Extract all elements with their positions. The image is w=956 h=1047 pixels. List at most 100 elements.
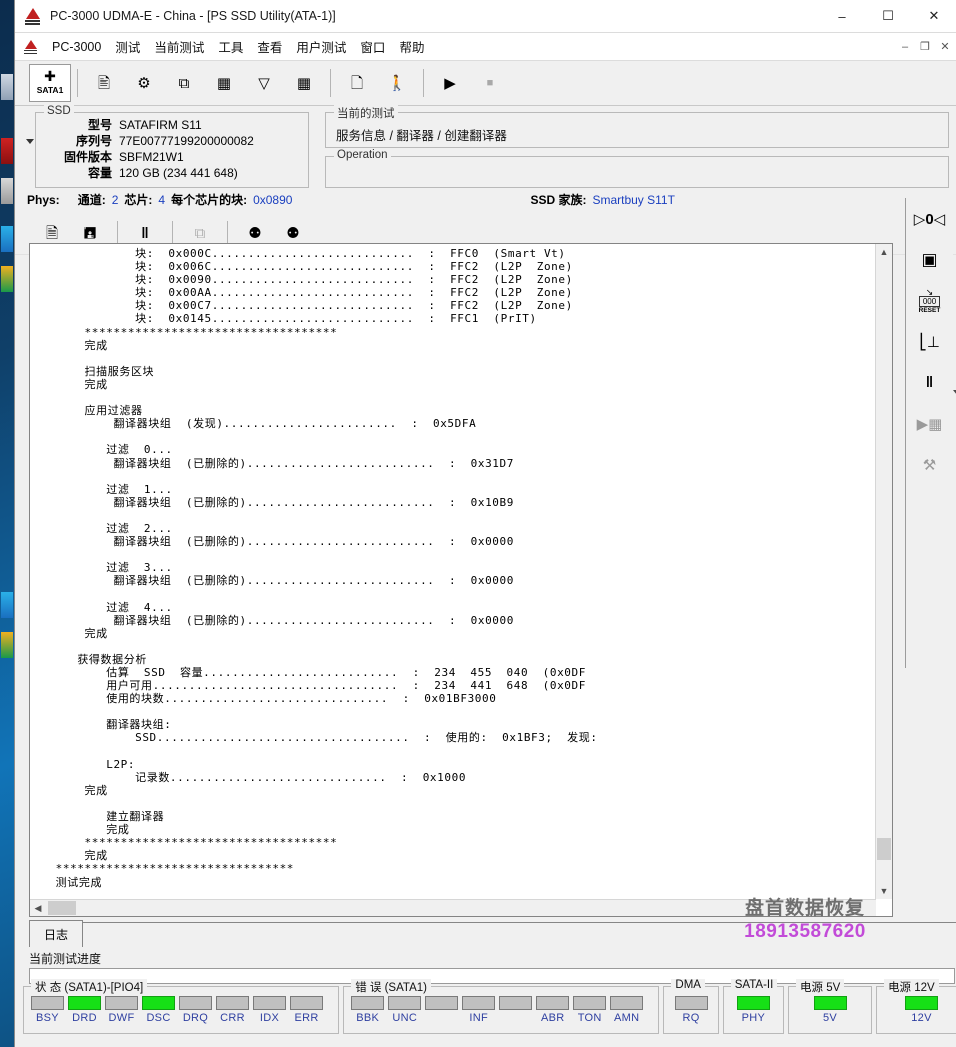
menu-item-user-test[interactable]: 用户测试: [289, 34, 353, 59]
led-phy[interactable]: PHY: [736, 996, 770, 1024]
progress-label: 当前测试进度: [29, 952, 102, 966]
sata2-leds: PHY: [724, 987, 783, 1024]
led-5v[interactable]: 5V: [813, 996, 847, 1024]
led-indicator: [499, 996, 533, 1010]
chip-board-icon[interactable]: ▣: [906, 239, 953, 280]
led-label: CRR: [220, 1012, 245, 1024]
led-reserved-1[interactable]: [425, 996, 459, 1012]
led-unc[interactable]: UNC: [388, 996, 422, 1024]
led-idx[interactable]: IDX: [253, 996, 286, 1024]
table-row: 型号 SATAFIRM S11: [36, 118, 254, 134]
binoculars-icon: ⚉: [248, 224, 262, 242]
led-bsy[interactable]: BSY: [31, 996, 64, 1024]
menu-item-current-test[interactable]: 当前测试: [147, 34, 211, 59]
graph-button[interactable]: ▽: [244, 65, 284, 101]
ssd-firmware-value: SBFM21W1: [119, 150, 184, 164]
led-err[interactable]: ERR: [290, 996, 323, 1024]
scroll-left-arrow-icon[interactable]: ◀: [30, 903, 46, 914]
run-chip-icon[interactable]: ▶▦: [906, 403, 953, 444]
drive-id-button[interactable]: 🖹: [84, 65, 124, 101]
led-indicator: [68, 996, 101, 1010]
sata2-caption: SATA-II: [730, 979, 778, 991]
chip-label: 芯片:: [124, 193, 153, 207]
menu-item-tools[interactable]: 工具: [211, 34, 250, 59]
mdi-restore-button[interactable]: ❐: [917, 39, 933, 55]
led-reserved-2[interactable]: [499, 996, 533, 1012]
stop-button[interactable]: ■: [470, 65, 510, 101]
menu-item-view[interactable]: 查看: [250, 34, 289, 59]
desktop-icon[interactable]: [1, 178, 13, 204]
right-info-column: 当前的测试 服务信息 / 翻译器 / 创建翻译器 Operation: [325, 105, 949, 188]
desktop-icon[interactable]: [1, 138, 13, 164]
run-tests-button[interactable]: 🚶: [377, 65, 417, 101]
log-panel: 块: 0x000C............................ : …: [29, 243, 893, 917]
pause-icon: ‖: [141, 224, 149, 242]
led-amn[interactable]: AMN: [610, 996, 644, 1024]
menu-item-pc3000[interactable]: PC-3000: [45, 37, 108, 57]
power-toggle-icon[interactable]: ▷0◁: [906, 198, 953, 239]
led-label: DRQ: [182, 1012, 209, 1024]
copy-pages-button[interactable]: ⧉: [164, 65, 204, 101]
log-vertical-scrollbar[interactable]: ▲ ▼: [875, 244, 892, 899]
led-drq[interactable]: DRQ: [179, 996, 212, 1024]
mdi-minimize-button[interactable]: –: [897, 39, 913, 55]
led-dwf[interactable]: DWF: [105, 996, 138, 1024]
led-drd[interactable]: DRD: [68, 996, 101, 1024]
led-indicator: [216, 996, 249, 1010]
ssd-capacity-label: 容量: [87, 166, 112, 180]
led-bbk[interactable]: BBK: [351, 996, 385, 1024]
grid-icon: ▦: [296, 74, 312, 92]
errors-sata1-group: 错 误 (SATA1) BBK UNC INF ABR TON AMN: [343, 979, 660, 1034]
led-ton[interactable]: TON: [573, 996, 607, 1024]
desktop-icon[interactable]: [1, 226, 13, 252]
reports-button[interactable]: 🗋: [337, 65, 377, 101]
led-label: TON: [577, 1012, 602, 1024]
mdi-close-button[interactable]: ✕: [937, 39, 953, 55]
desktop-icon-strip: [0, 60, 14, 662]
watermark: 盘首数据恢复 18913587620: [715, 893, 895, 943]
desktop-icon[interactable]: [1, 74, 13, 100]
sata1-port-button[interactable]: ✚ SATA1: [29, 64, 71, 102]
desktop-icon[interactable]: [1, 592, 13, 618]
vertical-scroll-thumb[interactable]: [877, 838, 891, 860]
ssd-panel-caption: SSD: [44, 105, 74, 117]
ssd-serial-label: 序列号: [75, 134, 112, 148]
menu-item-test[interactable]: 测试: [108, 34, 147, 59]
channel-label: 通道:: [77, 193, 106, 207]
led-dsc[interactable]: DSC: [142, 996, 175, 1024]
led-12v[interactable]: 12V: [905, 996, 939, 1024]
menu-item-window[interactable]: 窗口: [353, 34, 392, 59]
horizontal-scroll-thumb[interactable]: [48, 901, 76, 915]
window-title: PC-3000 UDMA-E - China - [PS SSD Utility…: [50, 9, 336, 23]
hex-grid-button[interactable]: ▦: [284, 65, 324, 101]
ground-probe-icon[interactable]: ⎣⊥: [906, 321, 953, 362]
window-close-button[interactable]: ✕: [911, 0, 956, 32]
start-button[interactable]: ▶: [430, 65, 470, 101]
led-rq[interactable]: RQ: [674, 996, 708, 1024]
scroll-up-arrow-icon[interactable]: ▲: [876, 244, 892, 260]
pause-icon[interactable]: ‖: [906, 362, 953, 403]
collapse-arrow-icon[interactable]: [26, 139, 34, 144]
toolbar-separator: [117, 221, 118, 245]
tab-log[interactable]: 日志: [29, 920, 83, 947]
desktop-icon[interactable]: [1, 266, 13, 292]
tools-icon[interactable]: ⚒: [906, 444, 953, 485]
window-maximize-button[interactable]: ☐: [865, 0, 911, 32]
power-12v-caption: 电源 12V: [884, 979, 939, 995]
ssd-family-label: SSD 家族:: [530, 193, 587, 207]
menu-item-help[interactable]: 帮助: [392, 34, 431, 59]
led-label: AMN: [614, 1012, 640, 1024]
led-label: PHY: [741, 1012, 766, 1024]
led-inf[interactable]: INF: [462, 996, 496, 1024]
window-minimize-button[interactable]: –: [819, 0, 865, 32]
binoculars-next-icon: ⚉: [286, 224, 300, 242]
led-crr[interactable]: CRR: [216, 996, 249, 1024]
led-abr[interactable]: ABR: [536, 996, 570, 1024]
graph-icon: ▽: [258, 74, 270, 92]
chip-utility-button[interactable]: ⚙: [124, 65, 164, 101]
power-glyph: ▷0◁: [913, 210, 946, 228]
reset-counter-icon[interactable]: ↘ 000 RESET: [906, 280, 953, 321]
pc3000-menu-logo-icon: [24, 39, 39, 54]
desktop-icon[interactable]: [1, 632, 13, 658]
memory-map-button[interactable]: ▦: [204, 65, 244, 101]
